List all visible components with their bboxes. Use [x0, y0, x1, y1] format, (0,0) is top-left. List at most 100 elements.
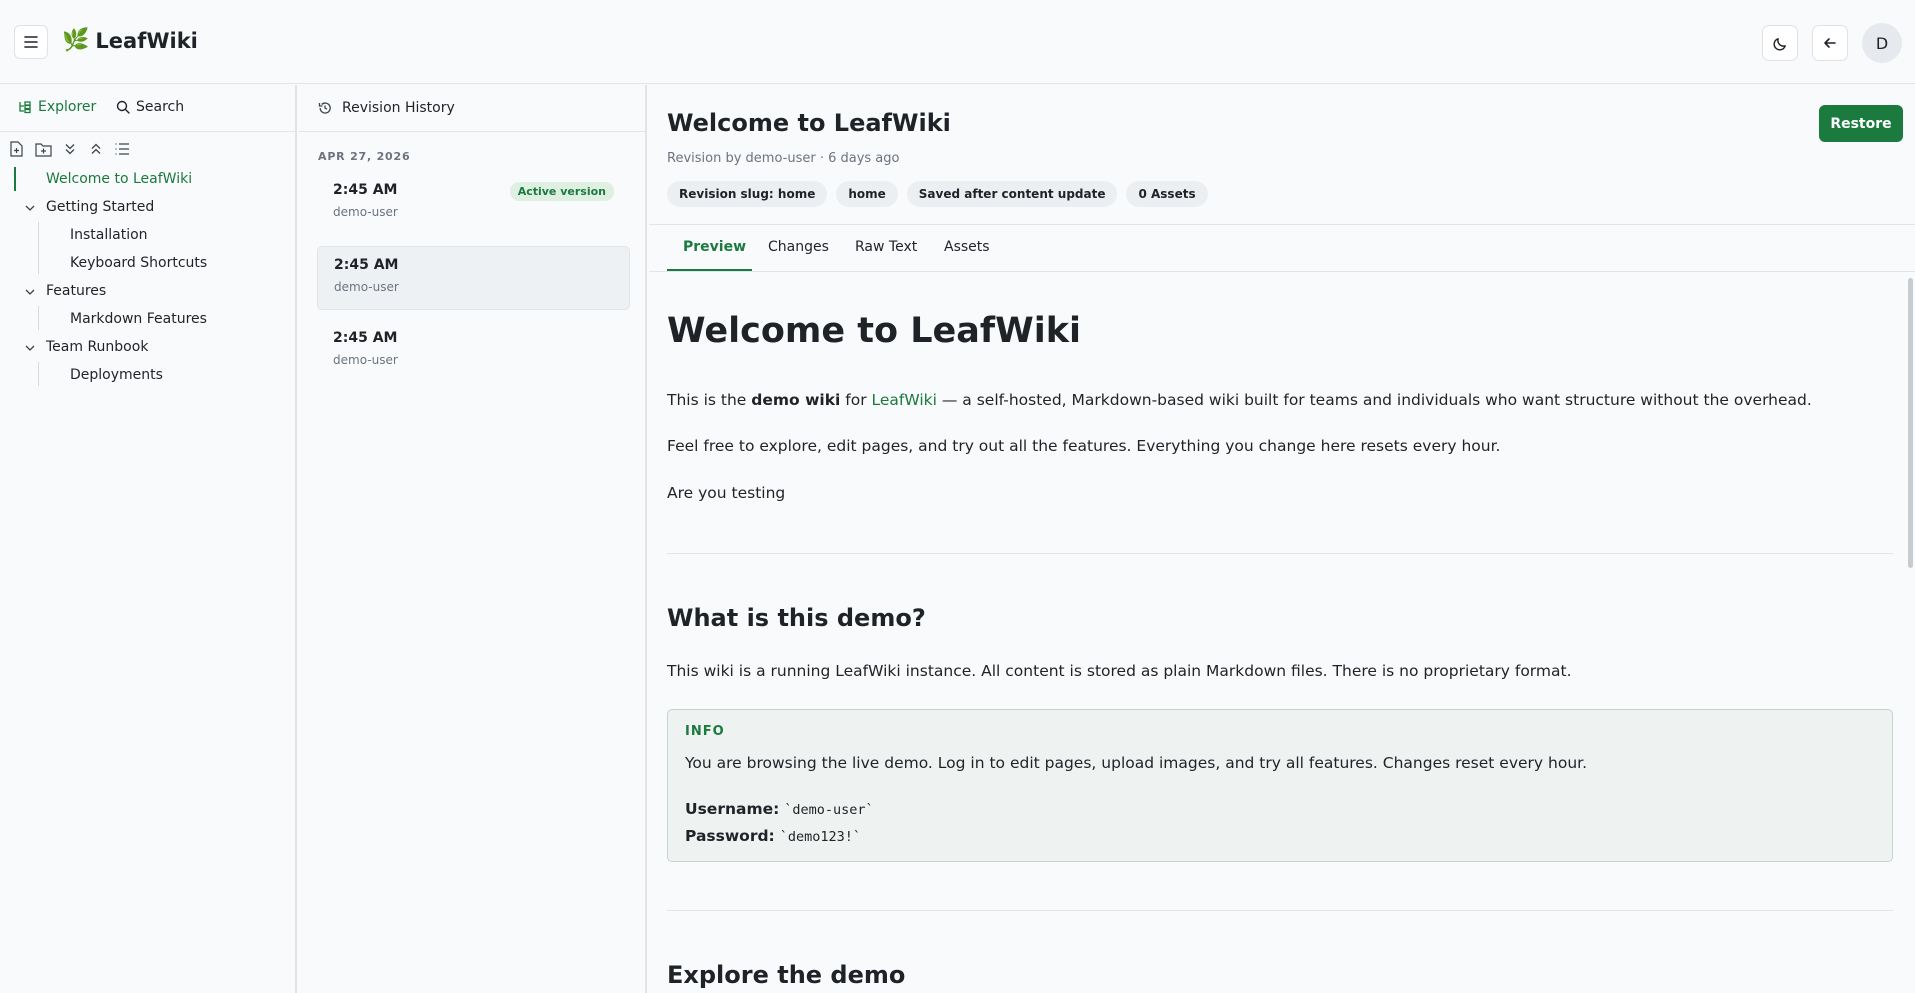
username-label: Username:	[685, 800, 780, 818]
avatar[interactable]: D	[1862, 23, 1902, 63]
new-page-icon[interactable]	[8, 141, 24, 157]
info-text: You are browsing the live demo. Log in t…	[685, 754, 1588, 772]
new-folder-icon[interactable]	[34, 141, 52, 157]
chip-save-reason: Saved after content update	[906, 181, 1118, 207]
expand-all-icon[interactable]	[62, 141, 78, 157]
chevron-down-icon[interactable]	[24, 202, 36, 214]
leafwiki-link[interactable]: LeafWiki	[872, 391, 937, 409]
sidebar-tabs: Explorer Search	[0, 85, 297, 132]
password-value: `demo123!`	[779, 829, 861, 845]
revision-item[interactable]: 2:45 AM demo-user	[317, 320, 630, 384]
tab-search-label: Search	[136, 99, 185, 115]
password-label: Password:	[685, 827, 775, 845]
collapse-all-icon[interactable]	[88, 141, 104, 157]
chevron-down-icon[interactable]	[24, 286, 36, 298]
content-paragraph: This is the demo wiki for LeafWiki — a s…	[667, 391, 1812, 409]
tree-item-markdown-features[interactable]: Markdown Features	[70, 311, 207, 327]
revision-time: 2:45 AM	[333, 182, 398, 198]
revision-user: demo-user	[333, 205, 398, 219]
main-content: Welcome to LeafWiki Revision by demo-use…	[649, 85, 1915, 993]
active-version-badge: Active version	[509, 182, 614, 201]
leaf-icon: 🌿	[62, 28, 90, 53]
tree-guide	[38, 306, 39, 330]
history-icon	[318, 102, 331, 114]
revision-history-header: Revision History	[299, 85, 645, 132]
tree-item-features[interactable]: Features	[46, 283, 106, 299]
chip-slug: home	[836, 181, 898, 207]
revision-chips: Revision slug: home home Saved after con…	[667, 181, 1208, 207]
tree-item-label: Installation	[70, 227, 148, 243]
restore-button[interactable]: Restore	[1819, 105, 1903, 142]
tree-guide	[38, 362, 39, 386]
info-callout: INFO You are browsing the live demo. Log…	[667, 709, 1893, 862]
revision-subtitle: Revision by demo-user · 6 days ago	[667, 151, 900, 166]
username-line: Username: `demo-user`	[685, 800, 874, 818]
avatar-initial: D	[1875, 33, 1889, 53]
menu-button[interactable]	[14, 25, 48, 59]
app-name: LeafWiki	[95, 28, 198, 53]
chip-revision-slug: Revision slug: home	[667, 181, 828, 207]
tree-item-label: Features	[46, 283, 107, 299]
content-paragraph: Feel free to explore, edit pages, and tr…	[667, 437, 1501, 455]
tab-explorer-label: Explorer	[38, 99, 97, 115]
tab-preview[interactable]: Preview	[683, 239, 746, 255]
content-paragraph: This wiki is a running LeafWiki instance…	[667, 662, 1572, 680]
tree-item-label: Welcome to LeafWiki	[46, 171, 193, 187]
revision-item-selected[interactable]: 2:45 AM demo-user	[317, 246, 630, 310]
tree-item-label: Team Runbook	[46, 339, 149, 355]
revision-item[interactable]: 2:45 AM Active version demo-user	[317, 172, 630, 236]
password-line: Password: `demo123!`	[685, 827, 861, 845]
tree-guide	[38, 222, 39, 274]
divider	[649, 271, 1915, 272]
horizontal-rule	[667, 553, 1893, 554]
tree-item-deployments[interactable]: Deployments	[70, 367, 163, 383]
sidebar: Explorer Search Welcome to LeafWiki Gett…	[0, 85, 297, 993]
tree-item-keyboard-shortcuts[interactable]: Keyboard Shortcuts	[70, 255, 207, 271]
tree-item-label: Keyboard Shortcuts	[70, 255, 208, 271]
tree-item-team-runbook[interactable]: Team Runbook	[46, 339, 148, 355]
app-header: 🌿 LeafWiki D	[0, 0, 1915, 84]
tab-search[interactable]: Search	[116, 99, 184, 115]
tree-item-welcome[interactable]: Welcome to LeafWiki	[46, 171, 192, 187]
content-paragraph: Are you testing	[667, 484, 786, 502]
list-icon[interactable]	[114, 141, 130, 157]
revision-time: 2:45 AM	[334, 257, 399, 273]
content-heading: Welcome to LeafWiki	[667, 311, 1082, 351]
page-title: Welcome to LeafWiki	[667, 109, 951, 137]
username-value: `demo-user`	[784, 802, 874, 818]
revision-user: demo-user	[333, 353, 398, 367]
revision-history-panel: Revision History APR 27, 2026 2:45 AM Ac…	[299, 85, 647, 993]
tab-explorer[interactable]: Explorer	[18, 99, 96, 115]
chevron-down-icon[interactable]	[24, 342, 36, 354]
tree-item-installation[interactable]: Installation	[70, 227, 148, 243]
sidebar-toolbar	[8, 141, 130, 157]
horizontal-rule	[667, 910, 1893, 911]
theme-toggle-button[interactable]	[1762, 25, 1798, 61]
text: — a self-hosted, Markdown-based wiki bui…	[936, 391, 1812, 409]
hamburger-icon	[24, 36, 38, 48]
tree-item-label: Deployments	[70, 367, 163, 383]
revision-time: 2:45 AM	[333, 330, 398, 346]
tab-changes[interactable]: Changes	[768, 239, 829, 255]
tree-icon	[19, 101, 31, 114]
tab-raw-text[interactable]: Raw Text	[855, 239, 917, 255]
info-label: INFO	[685, 724, 725, 739]
search-icon	[116, 100, 130, 114]
divider	[649, 224, 1915, 225]
arrow-left-icon	[1824, 38, 1836, 48]
back-button[interactable]	[1812, 25, 1848, 61]
tree-item-label: Getting Started	[46, 199, 155, 215]
bold-text: demo wiki	[751, 391, 841, 409]
moon-icon	[1773, 37, 1786, 50]
app-logo[interactable]: 🌿 LeafWiki	[62, 28, 198, 53]
content-heading-2: Explore the demo	[667, 961, 906, 989]
revision-history-title: Revision History	[342, 100, 455, 116]
tree-item-label: Markdown Features	[70, 311, 207, 327]
text: for	[840, 391, 872, 409]
scrollbar[interactable]	[1908, 278, 1913, 568]
active-indicator	[14, 167, 16, 191]
tab-assets[interactable]: Assets	[944, 239, 990, 255]
revision-date-group: APR 27, 2026	[318, 150, 411, 163]
revision-user: demo-user	[334, 280, 399, 294]
tree-item-getting-started[interactable]: Getting Started	[46, 199, 154, 215]
